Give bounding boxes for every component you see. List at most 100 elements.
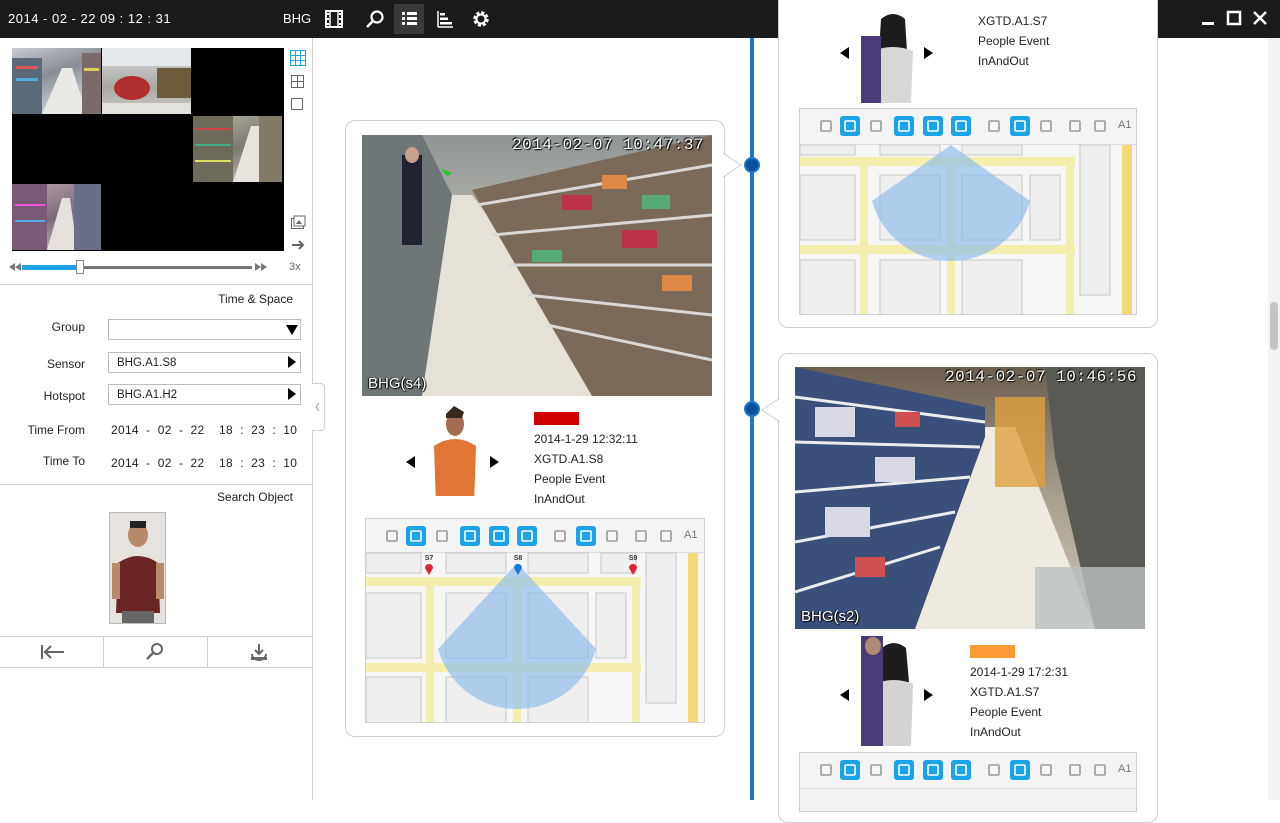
layer-stack-icon[interactable]: [1065, 760, 1085, 780]
timeline-marker[interactable]: [744, 401, 760, 417]
upload-icon[interactable]: [656, 526, 676, 546]
map-pin[interactable]: S7: [422, 555, 436, 579]
upload-icon[interactable]: [1090, 116, 1110, 136]
gear-icon[interactable]: [466, 4, 496, 34]
event-info: 2014-1-29 17:2:31 XGTD.A1.S7 People Even…: [970, 642, 1068, 742]
camera-icon[interactable]: [576, 526, 596, 546]
search-object-image[interactable]: [109, 512, 166, 624]
hotspot-select[interactable]: BHG.A1.H2: [108, 384, 301, 405]
hand-icon[interactable]: [840, 116, 860, 136]
route-icon[interactable]: [923, 760, 943, 780]
video-tile[interactable]: [193, 184, 282, 250]
pointer-icon[interactable]: [816, 760, 836, 780]
map-pin[interactable]: S8: [511, 555, 525, 579]
pointer-icon[interactable]: [382, 526, 402, 546]
map-icon[interactable]: [894, 116, 914, 136]
maximize-icon[interactable]: [1226, 10, 1242, 26]
camera-snapshot[interactable]: 2014-02-07 10:47:37 BHG(s4): [362, 135, 712, 396]
map-icon[interactable]: [894, 760, 914, 780]
zoom-icon[interactable]: [432, 526, 452, 546]
timeline-marker[interactable]: [744, 157, 760, 173]
video-tile[interactable]: [12, 48, 101, 114]
film-icon[interactable]: [319, 4, 349, 34]
layer-stack-icon[interactable]: [631, 526, 651, 546]
playback-speed[interactable]: 3x: [289, 261, 301, 273]
video-tile[interactable]: [102, 48, 191, 114]
grid-3x3-icon[interactable]: [290, 50, 306, 66]
search-icon[interactable]: [360, 4, 390, 34]
minimize-icon[interactable]: [1200, 10, 1216, 26]
snapshot-icon[interactable]: [290, 215, 306, 231]
divider: [0, 284, 312, 285]
chart-icon[interactable]: [430, 4, 460, 34]
layer-stack-icon[interactable]: [1065, 116, 1085, 136]
search-object-title: Search Object: [216, 490, 293, 504]
list-icon[interactable]: [394, 4, 424, 34]
camera-icon[interactable]: [1010, 760, 1030, 780]
video-tile[interactable]: [12, 116, 101, 182]
search-button[interactable]: [104, 637, 208, 667]
rewind-icon[interactable]: [8, 259, 22, 275]
fast-forward-icon[interactable]: [254, 259, 268, 275]
zoom-icon[interactable]: [866, 116, 886, 136]
floor-map[interactable]: A1: [799, 108, 1137, 315]
next-person-icon[interactable]: [924, 689, 933, 701]
camera-timestamp: 2014-02-07 10:47:37: [512, 136, 704, 154]
hand-icon[interactable]: [840, 760, 860, 780]
route-icon[interactable]: [923, 116, 943, 136]
video-tile[interactable]: [193, 48, 282, 114]
event-sensor: XGTD.A1.S8: [534, 452, 604, 466]
video-tile[interactable]: [102, 184, 191, 250]
video-tile[interactable]: [102, 116, 191, 182]
time-to-input[interactable]: 2014 - 02 - 22 18 : 23 : 10: [111, 456, 297, 470]
zoom-icon[interactable]: [866, 760, 886, 780]
collapse-panel-button[interactable]: [312, 383, 325, 431]
event-type: People Event: [534, 472, 606, 486]
pointer-icon[interactable]: [816, 116, 836, 136]
export-button[interactable]: [208, 637, 312, 667]
video-tile[interactable]: [193, 116, 282, 182]
bucket-icon[interactable]: [602, 526, 622, 546]
previous-person-icon[interactable]: [840, 689, 849, 701]
floor-map[interactable]: A1 S7 S8 S9: [365, 518, 705, 723]
arrow-right-icon[interactable]: [290, 237, 306, 253]
close-icon[interactable]: [1252, 10, 1268, 26]
playback-handle[interactable]: [75, 260, 84, 274]
time-from-input[interactable]: 2014 - 02 - 22 18 : 23 : 10: [111, 423, 297, 437]
person-thumbnail[interactable]: [861, 11, 915, 103]
camera-icon[interactable]: [1010, 116, 1030, 136]
bucket-icon[interactable]: [1036, 760, 1056, 780]
route-icon[interactable]: [489, 526, 509, 546]
layers-copy-icon[interactable]: [951, 760, 971, 780]
back-to-start-button[interactable]: [0, 637, 104, 667]
person-thumbnail[interactable]: [428, 406, 482, 496]
layers-copy-icon[interactable]: [951, 116, 971, 136]
previous-person-icon[interactable]: [406, 456, 415, 468]
floor-icon[interactable]: [550, 526, 570, 546]
timeline-line: [750, 38, 754, 800]
camera-snapshot[interactable]: 2014-02-07 10:46:56 BHG(s2): [795, 367, 1145, 629]
previous-person-icon[interactable]: [840, 47, 849, 59]
map-icon[interactable]: [460, 526, 480, 546]
next-person-icon[interactable]: [924, 47, 933, 59]
scrollbar-thumb[interactable]: [1270, 302, 1278, 350]
event-type: People Event: [978, 34, 1050, 48]
group-select[interactable]: [108, 319, 301, 340]
event-color-swatch: [534, 412, 579, 425]
layers-copy-icon[interactable]: [517, 526, 537, 546]
next-person-icon[interactable]: [490, 456, 499, 468]
sensor-select[interactable]: BHG.A1.S8: [108, 352, 301, 373]
video-tile[interactable]: [12, 184, 101, 250]
grid-2x2-icon[interactable]: [290, 74, 306, 90]
person-thumbnail[interactable]: [861, 636, 915, 746]
floor-icon[interactable]: [984, 116, 1004, 136]
bucket-icon[interactable]: [1036, 116, 1056, 136]
hand-icon[interactable]: [406, 526, 426, 546]
event-name: InAndOut: [978, 54, 1029, 68]
upload-icon[interactable]: [1090, 760, 1110, 780]
floor-map[interactable]: A1: [799, 752, 1137, 812]
map-pin[interactable]: S9: [626, 555, 640, 579]
floor-icon[interactable]: [984, 760, 1004, 780]
scrollbar[interactable]: [1268, 38, 1280, 800]
grid-1x1-icon[interactable]: [290, 97, 306, 113]
